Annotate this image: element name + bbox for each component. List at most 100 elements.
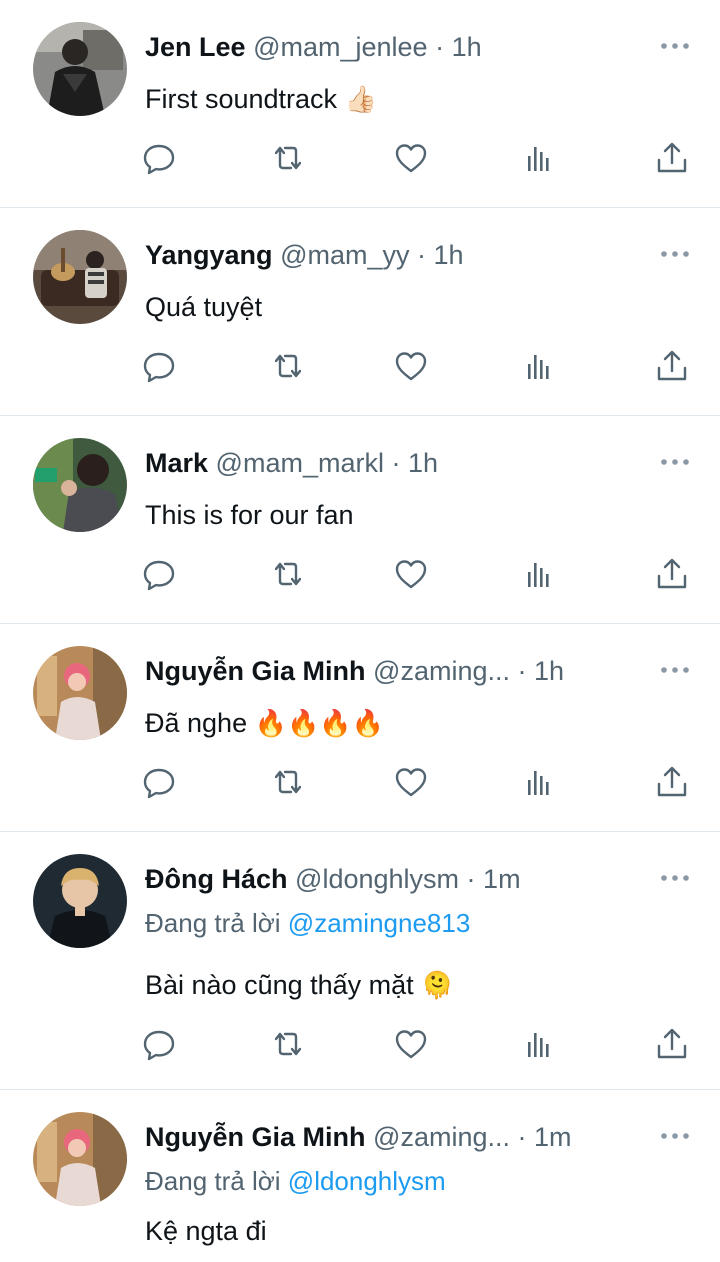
tweet[interactable]: Yangyang @mam_yy · 1h Quá tuyệt bbox=[0, 208, 720, 416]
tweet-emoji: 🔥🔥🔥🔥 bbox=[254, 708, 385, 738]
author-name[interactable]: Nguyễn Gia Minh bbox=[145, 656, 366, 686]
tweet-text: First soundtrack 👍🏻 bbox=[145, 82, 377, 116]
tweet-body: Đã nghe bbox=[145, 708, 248, 738]
author-handle[interactable]: @mam_yy bbox=[280, 240, 409, 270]
tweet-text: This is for our fan bbox=[145, 498, 354, 532]
analytics-icon[interactable] bbox=[519, 138, 559, 178]
separator-dot: · bbox=[435, 32, 445, 62]
heart-icon[interactable] bbox=[391, 554, 431, 594]
retweet-icon[interactable] bbox=[268, 554, 308, 594]
tweet-emoji: 👍🏻 bbox=[344, 84, 377, 114]
tweet-emoji: 🫠 bbox=[421, 970, 454, 1000]
avatar[interactable] bbox=[33, 22, 127, 116]
share-icon[interactable] bbox=[652, 346, 692, 386]
action-bar bbox=[0, 1024, 720, 1064]
reply-prefix: Đang trả lời bbox=[145, 908, 281, 938]
tweet-body: Kệ ngta đi bbox=[145, 1216, 267, 1246]
tweet-header: Nguyễn Gia Minh @zaming... · 1m bbox=[145, 1120, 640, 1154]
author-handle[interactable]: @mam_jenlee bbox=[253, 32, 428, 62]
more-dots-icon[interactable] bbox=[660, 1132, 690, 1140]
tweet-body: Bài nào cũng thấy mặt bbox=[145, 970, 414, 1000]
analytics-icon[interactable] bbox=[519, 346, 559, 386]
reply-mention[interactable]: @zamingne813 bbox=[288, 908, 471, 938]
share-icon[interactable] bbox=[652, 762, 692, 802]
tweet-header: Đông Hách @ldonghlysm · 1m bbox=[145, 862, 640, 896]
tweet-time[interactable]: 1m bbox=[483, 864, 521, 894]
tweet-text: Đã nghe 🔥🔥🔥🔥 bbox=[145, 706, 384, 740]
retweet-icon[interactable] bbox=[268, 138, 308, 178]
reply-mention[interactable]: @ldonghlysm bbox=[288, 1166, 446, 1196]
reply-icon[interactable] bbox=[139, 138, 179, 178]
tweet[interactable]: Mark @mam_markl · 1h This is for our fan bbox=[0, 416, 720, 624]
tweet-feed: Jen Lee @mam_jenlee · 1h First soundtrac… bbox=[0, 0, 720, 1262]
tweet[interactable]: Nguyễn Gia Minh @zaming... · 1h Đã nghe … bbox=[0, 624, 720, 832]
tweet-body: This is for our fan bbox=[145, 500, 354, 530]
action-bar bbox=[0, 346, 720, 386]
share-icon[interactable] bbox=[652, 1024, 692, 1064]
reply-icon[interactable] bbox=[139, 554, 179, 594]
heart-icon[interactable] bbox=[391, 1024, 431, 1064]
analytics-icon[interactable] bbox=[519, 1024, 559, 1064]
separator-dot: · bbox=[517, 1122, 527, 1152]
author-name[interactable]: Đông Hách bbox=[145, 864, 288, 894]
tweet-header: Yangyang @mam_yy · 1h bbox=[145, 238, 640, 272]
author-name[interactable]: Mark bbox=[145, 448, 208, 478]
retweet-icon[interactable] bbox=[268, 1024, 308, 1064]
analytics-icon[interactable] bbox=[519, 554, 559, 594]
reply-icon[interactable] bbox=[139, 346, 179, 386]
share-icon[interactable] bbox=[652, 138, 692, 178]
tweet-header: Nguyễn Gia Minh @zaming... · 1h bbox=[145, 654, 640, 688]
separator-dot: · bbox=[466, 864, 476, 894]
more-dots-icon[interactable] bbox=[660, 666, 690, 674]
author-handle[interactable]: @zaming... bbox=[373, 1122, 510, 1152]
action-bar bbox=[0, 554, 720, 594]
tweet-time[interactable]: 1m bbox=[534, 1122, 572, 1152]
tweet[interactable]: Jen Lee @mam_jenlee · 1h First soundtrac… bbox=[0, 0, 720, 208]
reply-icon[interactable] bbox=[139, 762, 179, 802]
tweet-text: Quá tuyệt bbox=[145, 290, 262, 324]
author-name[interactable]: Jen Lee bbox=[145, 32, 246, 62]
separator-dot: · bbox=[517, 656, 527, 686]
more-dots-icon[interactable] bbox=[660, 250, 690, 258]
tweet-header: Jen Lee @mam_jenlee · 1h bbox=[145, 30, 640, 64]
avatar[interactable] bbox=[33, 1112, 127, 1206]
avatar[interactable] bbox=[33, 646, 127, 740]
action-bar bbox=[0, 762, 720, 802]
tweet[interactable]: Nguyễn Gia Minh @zaming... · 1m Đang trả… bbox=[0, 1090, 720, 1262]
tweet-time[interactable]: 1h bbox=[408, 448, 438, 478]
reply-prefix: Đang trả lời bbox=[145, 1166, 281, 1196]
reply-icon[interactable] bbox=[139, 1024, 179, 1064]
tweet-time[interactable]: 1h bbox=[434, 240, 464, 270]
tweet-time[interactable]: 1h bbox=[452, 32, 482, 62]
avatar[interactable] bbox=[33, 854, 127, 948]
reply-context: Đang trả lời @zamingne813 bbox=[145, 906, 470, 940]
tweet-body: Quá tuyệt bbox=[145, 292, 263, 322]
heart-icon[interactable] bbox=[391, 762, 431, 802]
retweet-icon[interactable] bbox=[268, 346, 308, 386]
avatar[interactable] bbox=[33, 230, 127, 324]
share-icon[interactable] bbox=[652, 554, 692, 594]
separator-dot: · bbox=[391, 448, 401, 478]
separator-dot: · bbox=[417, 240, 427, 270]
more-dots-icon[interactable] bbox=[660, 458, 690, 466]
more-dots-icon[interactable] bbox=[660, 42, 690, 50]
author-name[interactable]: Nguyễn Gia Minh bbox=[145, 1122, 366, 1152]
tweet-header: Mark @mam_markl · 1h bbox=[145, 446, 640, 480]
author-name[interactable]: Yangyang bbox=[145, 240, 273, 270]
tweet-body: First soundtrack bbox=[145, 84, 338, 114]
tweet-time[interactable]: 1h bbox=[534, 656, 564, 686]
avatar[interactable] bbox=[33, 438, 127, 532]
author-handle[interactable]: @ldonghlysm bbox=[295, 864, 459, 894]
author-handle[interactable]: @mam_markl bbox=[216, 448, 384, 478]
author-handle[interactable]: @zaming... bbox=[373, 656, 510, 686]
tweet[interactable]: Đông Hách @ldonghlysm · 1m Đang trả lời … bbox=[0, 832, 720, 1090]
heart-icon[interactable] bbox=[391, 346, 431, 386]
more-dots-icon[interactable] bbox=[660, 874, 690, 882]
tweet-text: Kệ ngta đi bbox=[145, 1214, 267, 1248]
tweet-text: Bài nào cũng thấy mặt 🫠 bbox=[145, 968, 454, 1002]
reply-context: Đang trả lời @ldonghlysm bbox=[145, 1164, 446, 1198]
action-bar bbox=[0, 138, 720, 178]
analytics-icon[interactable] bbox=[519, 762, 559, 802]
retweet-icon[interactable] bbox=[268, 762, 308, 802]
heart-icon[interactable] bbox=[391, 138, 431, 178]
